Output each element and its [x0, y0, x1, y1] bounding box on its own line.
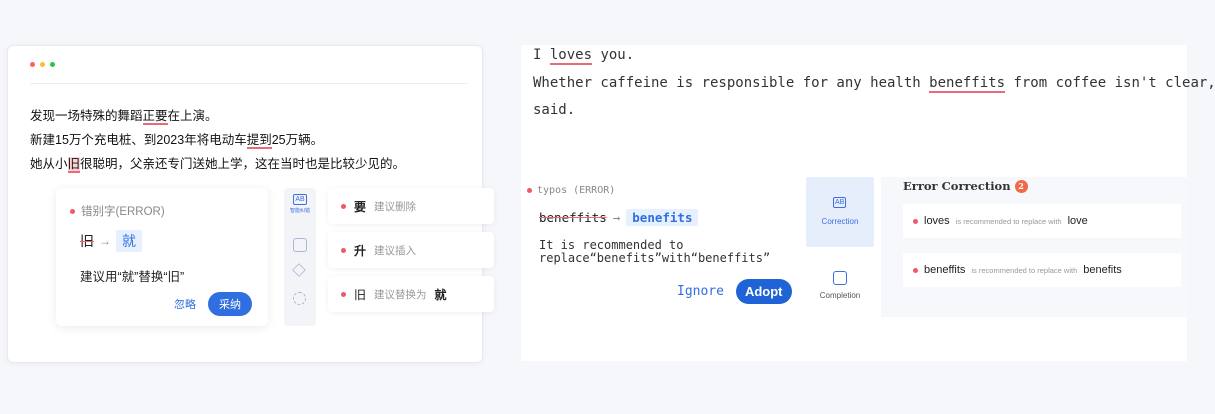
correction-row: beneffits → benefits: [539, 209, 699, 226]
minimize-dot-icon[interactable]: [40, 62, 45, 67]
document-icon[interactable]: [293, 238, 307, 252]
text-segment: 她从小: [30, 157, 68, 171]
suggestion-word: 要: [354, 199, 367, 214]
text-segment: from coffee isn't clear, Kao: [1013, 75, 1215, 91]
adopt-button[interactable]: 采纳: [208, 292, 252, 316]
error-type: typos (ERROR): [527, 185, 615, 196]
ignore-button[interactable]: 忽略: [174, 296, 196, 312]
tool-rail: AB 智能纠错: [284, 188, 316, 326]
text-line-1[interactable]: I loves you.: [533, 47, 635, 65]
adopt-button[interactable]: Adopt: [735, 279, 792, 304]
error-description: It is recommended to replace“benefits”wi…: [539, 239, 770, 265]
error-type-label: 错别字(ERROR): [81, 206, 165, 218]
suggestion-hint: 建议插入: [374, 244, 417, 257]
error-underline[interactable]: loves: [549, 47, 593, 65]
action-row: 忽略 采纳: [174, 292, 252, 316]
rail-item-completion[interactable]: Completion: [806, 267, 874, 307]
close-dot-icon[interactable]: [30, 62, 35, 67]
text-segment: 很聪明，父亲还专门送她上学，这在当时也是比较少见的。: [80, 157, 406, 171]
error-underline[interactable]: 提到: [246, 133, 272, 149]
rail-label: Completion: [819, 291, 861, 300]
wrong-word: 旧: [80, 233, 94, 249]
panel-title: Error Correction: [903, 179, 1011, 193]
error-popup: 错别字(ERROR) 旧 → 就 建议用“就”替换“旧” 忽略 采纳: [56, 188, 268, 326]
text-segment: 新建15万个充电桩、到2023年将电动车: [30, 133, 247, 147]
suggested-word[interactable]: benefits: [626, 209, 699, 226]
description-line: replace“benefits”with“beneffits”: [539, 251, 771, 265]
suggestion-hint: 建议替换为: [374, 288, 427, 301]
window-controls: [30, 62, 55, 67]
diamond-icon[interactable]: [292, 263, 306, 277]
panel-item[interactable]: beneffits is recommended to replace with…: [903, 253, 1181, 287]
rail-item-correction[interactable]: AB 智能纠错: [284, 194, 316, 214]
arrow-icon: →: [612, 210, 621, 225]
text-line-2[interactable]: 新建15万个充电桩、到2023年将电动车提到25万辆。: [30, 129, 324, 149]
text-segment: I: [533, 47, 550, 63]
item-word: beneffits: [924, 264, 966, 276]
error-count-badge: 2: [1014, 179, 1028, 193]
rail-label: 智能纠错: [289, 208, 310, 214]
error-description: 建议用“就”替换“旧”: [80, 270, 185, 284]
item-hint: is recommended to replace with: [955, 216, 1062, 226]
maximize-dot-icon[interactable]: [50, 62, 55, 67]
item-dot-icon: [913, 267, 918, 273]
action-row: Ignore Adopt: [677, 279, 792, 304]
error-highlight[interactable]: 旧: [67, 157, 81, 173]
text-line-1[interactable]: 发现一场特殊的舞蹈正要在上演。: [30, 105, 218, 125]
arrow-icon: →: [99, 234, 111, 248]
error-dot-icon: [527, 188, 532, 193]
suggestion-insert[interactable]: 升 建议插入: [328, 232, 494, 268]
text-segment: 在上演。: [167, 109, 218, 123]
correction-icon: AB: [293, 194, 307, 205]
rail-item-correction[interactable]: AB Correction: [806, 177, 874, 247]
panel-item[interactable]: loves is recommended to replace with lov…: [903, 204, 1181, 238]
rail-label: Correction: [821, 217, 859, 226]
item-hint: is recommended to replace with: [971, 265, 1078, 275]
error-correction-panel: Error Correction 2 loves is recommended …: [881, 177, 1187, 317]
suggestion-replacement: 就: [434, 287, 447, 302]
suggestion-dot-icon: [341, 203, 346, 209]
item-dot-icon: [913, 218, 918, 224]
refresh-icon[interactable]: [293, 292, 306, 305]
panel-header: Error Correction 2: [903, 179, 1028, 193]
text-segment: 25万辆。: [271, 133, 324, 147]
suggestion-delete[interactable]: 要 建议删除: [328, 188, 494, 224]
error-type-label: typos (ERROR): [537, 185, 616, 196]
chinese-editor-card: 发现一场特殊的舞蹈正要在上演。 新建15万个充电桩、到2023年将电动车提到25…: [7, 45, 494, 363]
wrong-word: beneffits: [539, 210, 607, 225]
error-popup: typos (ERROR) beneffits → benefits It is…: [527, 179, 797, 309]
suggestion-word: 升: [354, 243, 367, 258]
text-segment: you.: [592, 47, 635, 63]
error-type: 错别字(ERROR): [70, 203, 165, 219]
text-line-2[interactable]: Whether caffeine is responsible for any …: [533, 75, 1215, 93]
suggestion-word: 旧: [354, 287, 367, 302]
ignore-button[interactable]: Ignore: [677, 284, 724, 299]
text-segment: 发现一场特殊的舞蹈: [30, 109, 143, 123]
suggestion-dot-icon: [341, 247, 346, 253]
error-underline[interactable]: beneffits: [929, 75, 1006, 93]
text-line-3[interactable]: said.: [533, 102, 575, 118]
error-dot-icon: [70, 208, 75, 214]
item-word: loves: [924, 215, 950, 227]
suggested-word[interactable]: 就: [116, 230, 142, 252]
suggestion-dot-icon: [341, 291, 346, 297]
document-icon: [833, 271, 847, 285]
correction-row: 旧 → 就: [80, 230, 142, 252]
error-underline[interactable]: 正要: [142, 109, 168, 125]
text-segment: Whether caffeine is responsible for any …: [533, 75, 930, 91]
text-line-3[interactable]: 她从小旧很聪明，父亲还专门送她上学，这在当时也是比较少见的。: [30, 153, 406, 173]
suggestion-hint: 建议删除: [374, 200, 417, 213]
item-replacement: love: [1067, 215, 1088, 227]
correction-icon: AB: [833, 197, 847, 208]
item-replacement: benefits: [1083, 264, 1122, 276]
divider: [30, 83, 468, 84]
suggestion-replace[interactable]: 旧 建议替换为 就: [328, 276, 494, 312]
english-editor-card: I loves you. Whether caffeine is respons…: [521, 45, 1215, 361]
